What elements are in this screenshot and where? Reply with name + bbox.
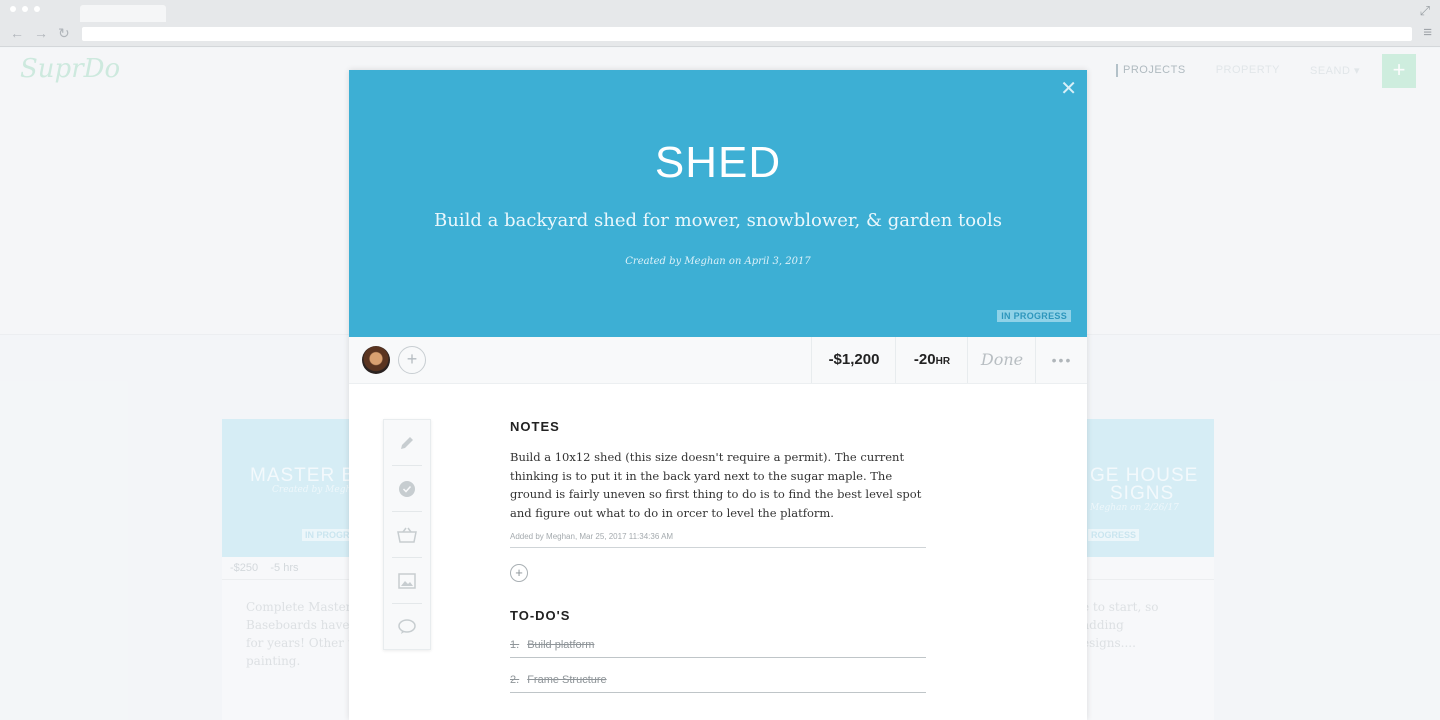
project-modal: ✕ SHED Build a backyard shed for mower, … — [349, 70, 1087, 720]
project-content: NOTES Build a 10x12 shed (this size does… — [510, 419, 926, 693]
check-icon[interactable] — [392, 466, 422, 512]
note-body[interactable]: Build a 10x12 shed (this size doesn't re… — [510, 448, 926, 522]
browser-menu-icon[interactable]: ≡ — [1423, 24, 1432, 41]
browser-nav: ← → ↻ — [10, 25, 70, 42]
project-hours[interactable]: -20HR — [895, 337, 968, 383]
todo-item[interactable]: 1. Build platform — [510, 639, 926, 658]
status-badge: IN PROGRESS — [997, 310, 1071, 322]
avatar[interactable] — [362, 346, 390, 374]
window-controls[interactable] — [10, 6, 40, 12]
content-toolbar — [383, 419, 431, 650]
project-subtitle: Build a backyard shed for mower, snowblo… — [434, 210, 1002, 231]
back-arrow-icon[interactable]: ← — [10, 25, 24, 42]
browser-chrome: ⤢ ← → ↻ ≡ — [0, 0, 1440, 47]
project-title: SHED — [654, 138, 782, 187]
add-note-button[interactable]: + — [510, 564, 528, 582]
done-button[interactable]: Done — [967, 337, 1036, 383]
project-meta-bar: + -$1,200 -20HR Done ••• — [349, 337, 1087, 384]
basket-icon[interactable] — [392, 512, 422, 558]
notes-heading: NOTES — [510, 419, 560, 434]
close-icon[interactable]: ✕ — [1060, 76, 1077, 101]
browser-tab[interactable] — [80, 5, 166, 22]
expand-icon[interactable]: ⤢ — [1420, 3, 1430, 19]
modal-header: ✕ SHED Build a backyard shed for mower, … — [349, 70, 1087, 337]
forward-arrow-icon[interactable]: → — [34, 25, 48, 42]
project-cost[interactable]: -$1,200 — [811, 337, 896, 383]
project-created: Created by Meghan on April 3, 2017 — [625, 256, 811, 267]
image-icon[interactable] — [392, 558, 422, 604]
reload-icon[interactable]: ↻ — [58, 25, 70, 42]
note-meta: Added by Meghan, Mar 25, 2017 11:34:36 A… — [510, 532, 926, 548]
pencil-icon[interactable] — [392, 420, 422, 466]
todos-heading: TO-DO'S — [510, 608, 571, 623]
add-member-button[interactable]: + — [398, 346, 426, 374]
todo-item[interactable]: 2. Frame Structure — [510, 674, 926, 693]
more-options-button[interactable]: ••• — [1035, 337, 1087, 383]
comment-icon[interactable] — [392, 604, 422, 649]
url-bar[interactable] — [82, 27, 1412, 41]
